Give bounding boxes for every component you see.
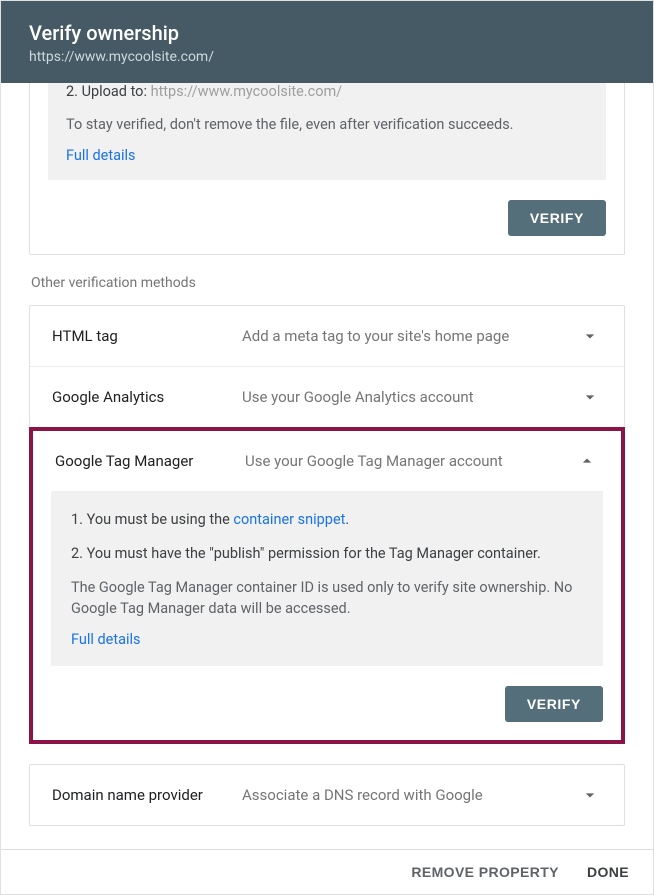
method-domain-provider[interactable]: Domain name provider Associate a DNS rec… [30,765,624,825]
method-gtm-highlighted: Google Tag Manager Use your Google Tag M… [29,427,625,744]
gtm-full-details-link[interactable]: Full details [71,631,141,648]
method-desc: Add a meta tag to your site's home page [242,327,578,345]
gtm-step1-pre: You must be using the [87,511,234,528]
gtm-step-2: You must have the "publish" permission f… [71,543,583,565]
gtm-expanded-body: You must be using the container snippet.… [33,491,621,740]
method-name: Google Tag Manager [55,452,245,470]
chevron-down-icon [578,326,602,346]
method-desc: Associate a DNS record with Google [242,786,578,804]
gtm-note: The Google Tag Manager container ID is u… [71,577,583,619]
method-html-tag[interactable]: HTML tag Add a meta tag to your site's h… [30,306,624,366]
verify-ownership-dialog: Verify ownership https://www.mycoolsite.… [0,0,654,895]
method-desc: Use your Google Tag Manager account [245,452,575,470]
dns-method-card: Domain name provider Associate a DNS rec… [29,764,625,826]
method-name: Google Analytics [52,388,242,406]
chevron-down-icon [578,387,602,407]
other-methods-label: Other verification methods [31,275,625,291]
container-snippet-link[interactable]: container snippet [233,511,345,528]
method-name: HTML tag [52,327,242,345]
dialog-subtitle-url: https://www.mycoolsite.com/ [29,49,625,65]
gtm-details: You must be using the container snippet.… [51,491,603,666]
upload-step: 2. Upload to: https://www.mycoolsite.com… [66,83,588,100]
upload-step-label: 2. Upload to: [66,83,147,100]
remove-property-button[interactable]: REMOVE PROPERTY [411,864,559,880]
chevron-down-icon [578,785,602,805]
other-methods-card: HTML tag Add a meta tag to your site's h… [29,305,625,427]
full-details-link[interactable]: Full details [66,147,136,164]
gtm-step1-post: . [345,511,349,528]
done-button[interactable]: DONE [587,864,629,880]
verify-button[interactable]: VERIFY [508,200,606,236]
method-desc: Use your Google Analytics account [242,388,578,406]
verify-row: VERIFY [30,194,624,254]
dialog-content[interactable]: 2. Upload to: https://www.mycoolsite.com… [1,83,653,849]
stay-verified-note: To stay verified, don't remove the file,… [66,114,588,135]
gtm-step-1: You must be using the container snippet. [71,509,583,531]
upload-step-url: https://www.mycoolsite.com/ [151,83,343,100]
dialog-title: Verify ownership [29,21,625,45]
gtm-verify-button[interactable]: VERIFY [505,686,603,722]
method-google-tag-manager[interactable]: Google Tag Manager Use your Google Tag M… [33,431,621,491]
chevron-up-icon [575,451,599,471]
dialog-footer: REMOVE PROPERTY DONE [1,849,653,894]
method-name: Domain name provider [52,786,242,804]
gtm-verify-row: VERIFY [33,680,621,740]
dialog-header: Verify ownership https://www.mycoolsite.… [1,1,653,83]
file-upload-details: 2. Upload to: https://www.mycoolsite.com… [48,83,606,180]
method-google-analytics[interactable]: Google Analytics Use your Google Analyti… [30,366,624,427]
recommended-method-card: 2. Upload to: https://www.mycoolsite.com… [29,83,625,255]
